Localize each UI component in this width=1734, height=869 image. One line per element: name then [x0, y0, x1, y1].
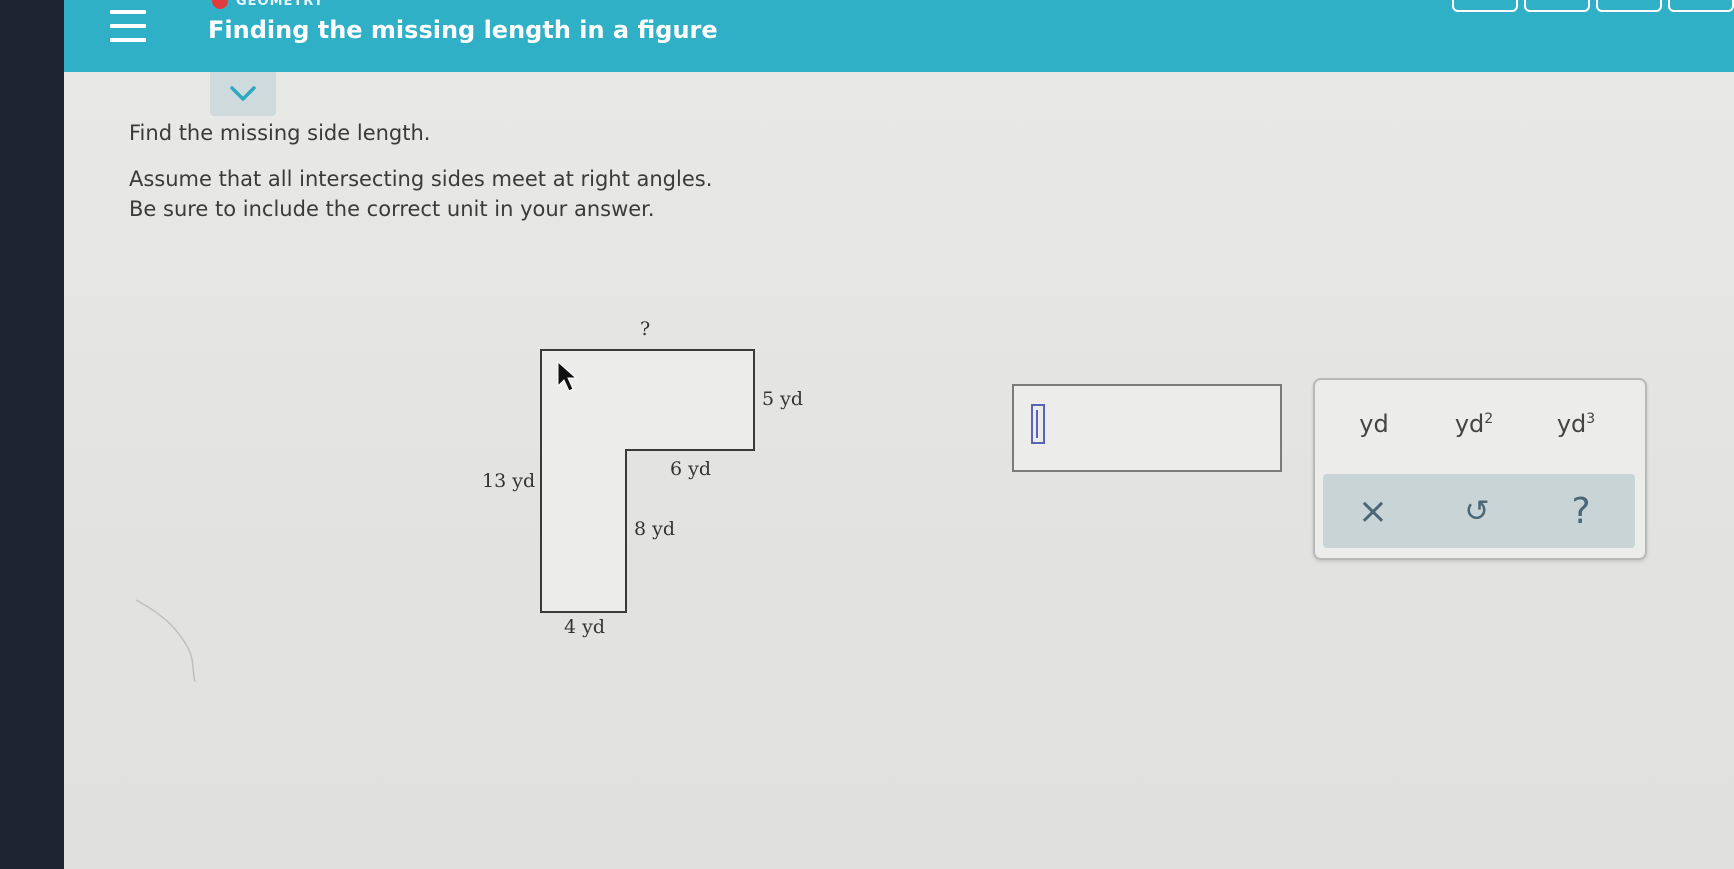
- text-cursor-icon: [1031, 404, 1045, 444]
- device-bezel: [0, 0, 64, 869]
- screen: GEOMETRY Finding the missing length in a…: [64, 0, 1734, 869]
- label-inner-vertical: 8 yd: [634, 518, 676, 540]
- unit-yd-button[interactable]: yd: [1339, 410, 1409, 438]
- answer-input[interactable]: [1012, 384, 1282, 472]
- unit-yd2-label: yd: [1454, 410, 1485, 438]
- label-left: 13 yd: [482, 470, 536, 492]
- label-right-top: 5 yd: [762, 388, 804, 410]
- help-icon: ?: [1571, 490, 1591, 532]
- clear-button[interactable]: ×: [1343, 486, 1403, 536]
- keypad-tool-row: × ↺ ?: [1323, 474, 1635, 548]
- unit-yd3-exponent: 3: [1586, 411, 1596, 427]
- label-inner-horizontal: 6 yd: [670, 458, 712, 480]
- unit-yd3-button[interactable]: yd3: [1541, 410, 1611, 438]
- unit-yd2-button[interactable]: yd2: [1439, 410, 1509, 438]
- unit-yd2-exponent: 2: [1484, 411, 1494, 427]
- label-top-missing: ?: [640, 318, 651, 340]
- close-icon: ×: [1357, 490, 1389, 532]
- unit-yd3-label: yd: [1556, 410, 1587, 438]
- unit-yd-label: yd: [1359, 410, 1389, 438]
- label-bottom: 4 yd: [564, 616, 606, 638]
- undo-icon: ↺: [1464, 493, 1490, 529]
- undo-button[interactable]: ↺: [1447, 486, 1507, 536]
- help-button[interactable]: ?: [1551, 486, 1611, 536]
- unit-keypad: yd yd2 yd3 × ↺ ?: [1313, 378, 1647, 560]
